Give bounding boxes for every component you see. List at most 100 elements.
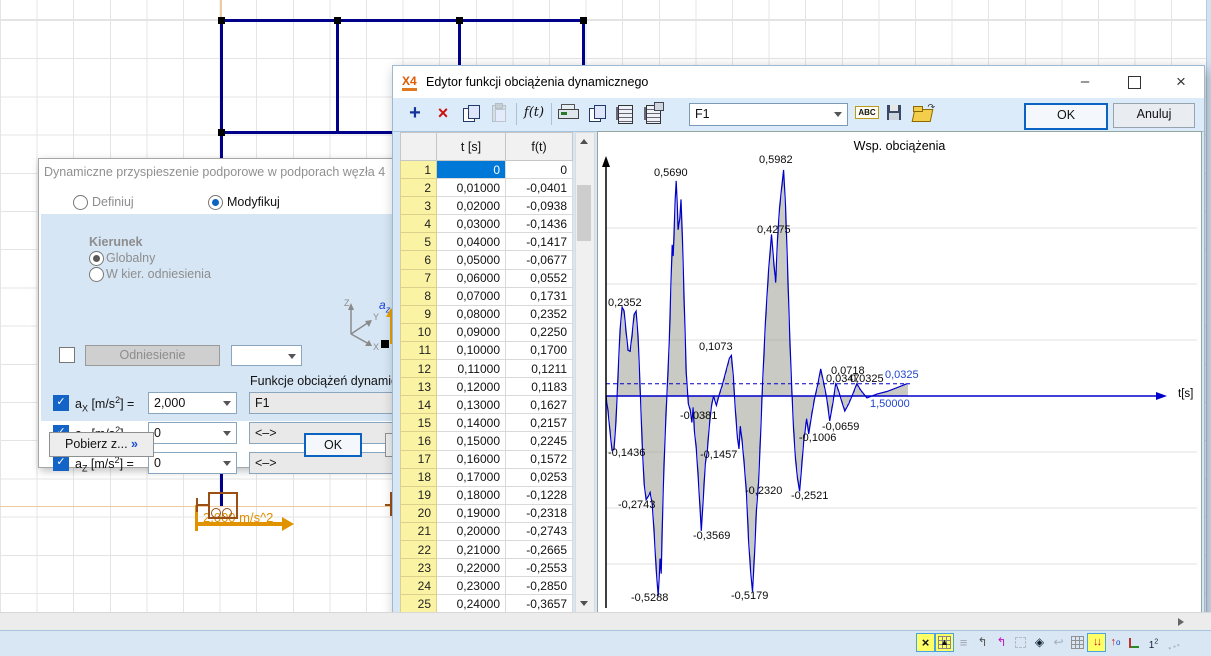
t-value-cell[interactable]: 0,09000: [437, 323, 506, 341]
vertical-scrollbar[interactable]: [1206, 0, 1211, 612]
t-value-cell[interactable]: 0,20000: [437, 522, 506, 540]
f-value-cell[interactable]: -0,0401: [506, 179, 573, 197]
odniesienie-button[interactable]: Odniesienie: [85, 345, 220, 366]
row-number-cell[interactable]: 5: [401, 233, 437, 251]
table-snapshot-icon[interactable]: [641, 102, 665, 126]
clipping-box-icon[interactable]: [1012, 634, 1029, 651]
snap-intersection-icon[interactable]: ×: [917, 634, 934, 651]
maximize-button[interactable]: [1124, 72, 1144, 92]
axis-triad-icon[interactable]: [1126, 634, 1143, 651]
f-value-cell[interactable]: 0,1211: [506, 360, 573, 378]
copy-icon[interactable]: [459, 102, 483, 126]
editor-ok-button[interactable]: OK: [1024, 103, 1108, 130]
t-value-cell[interactable]: 0,15000: [437, 432, 506, 450]
accel-z-checkbox[interactable]: ✓: [53, 455, 69, 471]
row-number-cell[interactable]: 19: [401, 486, 437, 504]
row-number-cell[interactable]: 12: [401, 360, 437, 378]
f-value-cell[interactable]: -0,1228: [506, 486, 573, 504]
paste-icon[interactable]: [487, 102, 511, 126]
f-value-cell[interactable]: -0,1436: [506, 215, 573, 233]
ok-button[interactable]: OK: [304, 433, 362, 457]
scrollbar-thumb[interactable]: [577, 185, 591, 241]
previous-view-icon[interactable]: ↩: [1050, 634, 1067, 651]
f-value-cell[interactable]: -0,2318: [506, 504, 573, 522]
f-value-cell[interactable]: 0: [506, 161, 573, 179]
t-value-cell[interactable]: 0,06000: [437, 269, 506, 287]
f-value-cell[interactable]: -0,2553: [506, 559, 573, 577]
row-number-cell[interactable]: 25: [401, 595, 437, 613]
hscroll-right-arrow[interactable]: [1172, 614, 1189, 630]
structure-node[interactable]: [580, 17, 587, 24]
t-value-cell[interactable]: 0,21000: [437, 540, 506, 558]
print-icon[interactable]: [557, 102, 581, 126]
f-value-cell[interactable]: 0,2250: [506, 323, 573, 341]
t-value-cell[interactable]: 0,14000: [437, 414, 506, 432]
column-member[interactable]: [336, 19, 339, 134]
snap-grid-icon[interactable]: ▲: [936, 634, 953, 651]
radio-globalny-label[interactable]: Globalny: [106, 251, 155, 265]
f-value-cell[interactable]: 0,1700: [506, 341, 573, 359]
t-value-cell[interactable]: 0,24000: [437, 595, 506, 613]
f-value-cell[interactable]: -0,0938: [506, 197, 573, 215]
view-in-icon[interactable]: ↰: [974, 634, 991, 651]
t-value-cell[interactable]: 0,07000: [437, 287, 506, 305]
grid-toggle-icon[interactable]: [1069, 634, 1086, 651]
numbering-icon[interactable]: 12: [1145, 634, 1162, 651]
row-number-cell[interactable]: 18: [401, 468, 437, 486]
add-row-icon[interactable]: +: [403, 102, 427, 126]
radio-globalny[interactable]: [89, 251, 104, 266]
row-number-cell[interactable]: 17: [401, 450, 437, 468]
editor-titlebar[interactable]: X4 Edytor funkcji obciążenia dynamiczneg…: [393, 66, 1204, 98]
f-value-cell[interactable]: 0,1731: [506, 287, 573, 305]
acceleration-load-arrow[interactable]: [196, 522, 282, 526]
radio-modyfikuj-label[interactable]: Modyfikuj: [227, 195, 280, 209]
table-scrollbar[interactable]: [575, 132, 595, 614]
f-value-cell[interactable]: -0,2850: [506, 577, 573, 595]
snap-settings-icon[interactable]: ◈: [1031, 634, 1048, 651]
row-number-cell[interactable]: 21: [401, 522, 437, 540]
reference-combo[interactable]: [231, 345, 302, 366]
pobierz-z-button[interactable]: Pobierz z... »: [49, 432, 154, 457]
f-value-cell[interactable]: 0,1627: [506, 396, 573, 414]
row-number-cell[interactable]: 3: [401, 197, 437, 215]
radio-definiuj-label[interactable]: Definiuj: [92, 195, 134, 209]
t-column-header[interactable]: t [s]: [437, 133, 506, 161]
t-value-cell[interactable]: 0,03000: [437, 215, 506, 233]
row-number-cell[interactable]: 11: [401, 341, 437, 359]
t-value-cell[interactable]: 0,01000: [437, 179, 506, 197]
accel-y-value-combo[interactable]: 0: [148, 422, 237, 444]
radio-w-kier-odniesienia-label[interactable]: W kier. odniesienia: [106, 267, 211, 281]
t-value-cell[interactable]: 0,04000: [437, 233, 506, 251]
f-value-cell[interactable]: 0,2157: [506, 414, 573, 432]
open-icon[interactable]: ↷: [911, 102, 935, 126]
save-icon[interactable]: [883, 102, 907, 126]
view-out-icon[interactable]: ↰: [993, 634, 1010, 651]
accel-z-value-combo[interactable]: 0: [148, 452, 237, 474]
t-value-cell[interactable]: 0,19000: [437, 504, 506, 522]
row-number-cell[interactable]: 10: [401, 323, 437, 341]
row-number-cell[interactable]: 8: [401, 287, 437, 305]
row-number-cell[interactable]: 13: [401, 378, 437, 396]
t-value-cell[interactable]: 0,11000: [437, 360, 506, 378]
row-number-cell[interactable]: 6: [401, 251, 437, 269]
t-value-cell[interactable]: 0,13000: [437, 396, 506, 414]
row-number-cell[interactable]: 9: [401, 305, 437, 323]
f-value-cell[interactable]: -0,0677: [506, 251, 573, 269]
dashed-mode-icon[interactable]: [1164, 634, 1181, 651]
row-number-cell[interactable]: 7: [401, 269, 437, 287]
t-value-cell[interactable]: 0,22000: [437, 559, 506, 577]
table-view-icon[interactable]: [613, 102, 637, 126]
row-number-cell[interactable]: 16: [401, 432, 437, 450]
structure-node[interactable]: [218, 129, 225, 136]
t-value-cell[interactable]: 0,16000: [437, 450, 506, 468]
t-value-cell[interactable]: 0,23000: [437, 577, 506, 595]
f-value-cell[interactable]: 0,2352: [506, 305, 573, 323]
object-inspector-icon[interactable]: ≡: [955, 634, 972, 651]
row-number-cell[interactable]: 22: [401, 540, 437, 558]
radio-modyfikuj[interactable]: [208, 195, 223, 210]
t-value-cell[interactable]: 0,08000: [437, 305, 506, 323]
f-value-cell[interactable]: 0,0552: [506, 269, 573, 287]
function-chart[interactable]: Wsp. obciążenia 0,23520,56900,59820,4275…: [597, 131, 1202, 615]
copy-chart-icon[interactable]: [585, 102, 609, 126]
t-value-cell[interactable]: 0,02000: [437, 197, 506, 215]
